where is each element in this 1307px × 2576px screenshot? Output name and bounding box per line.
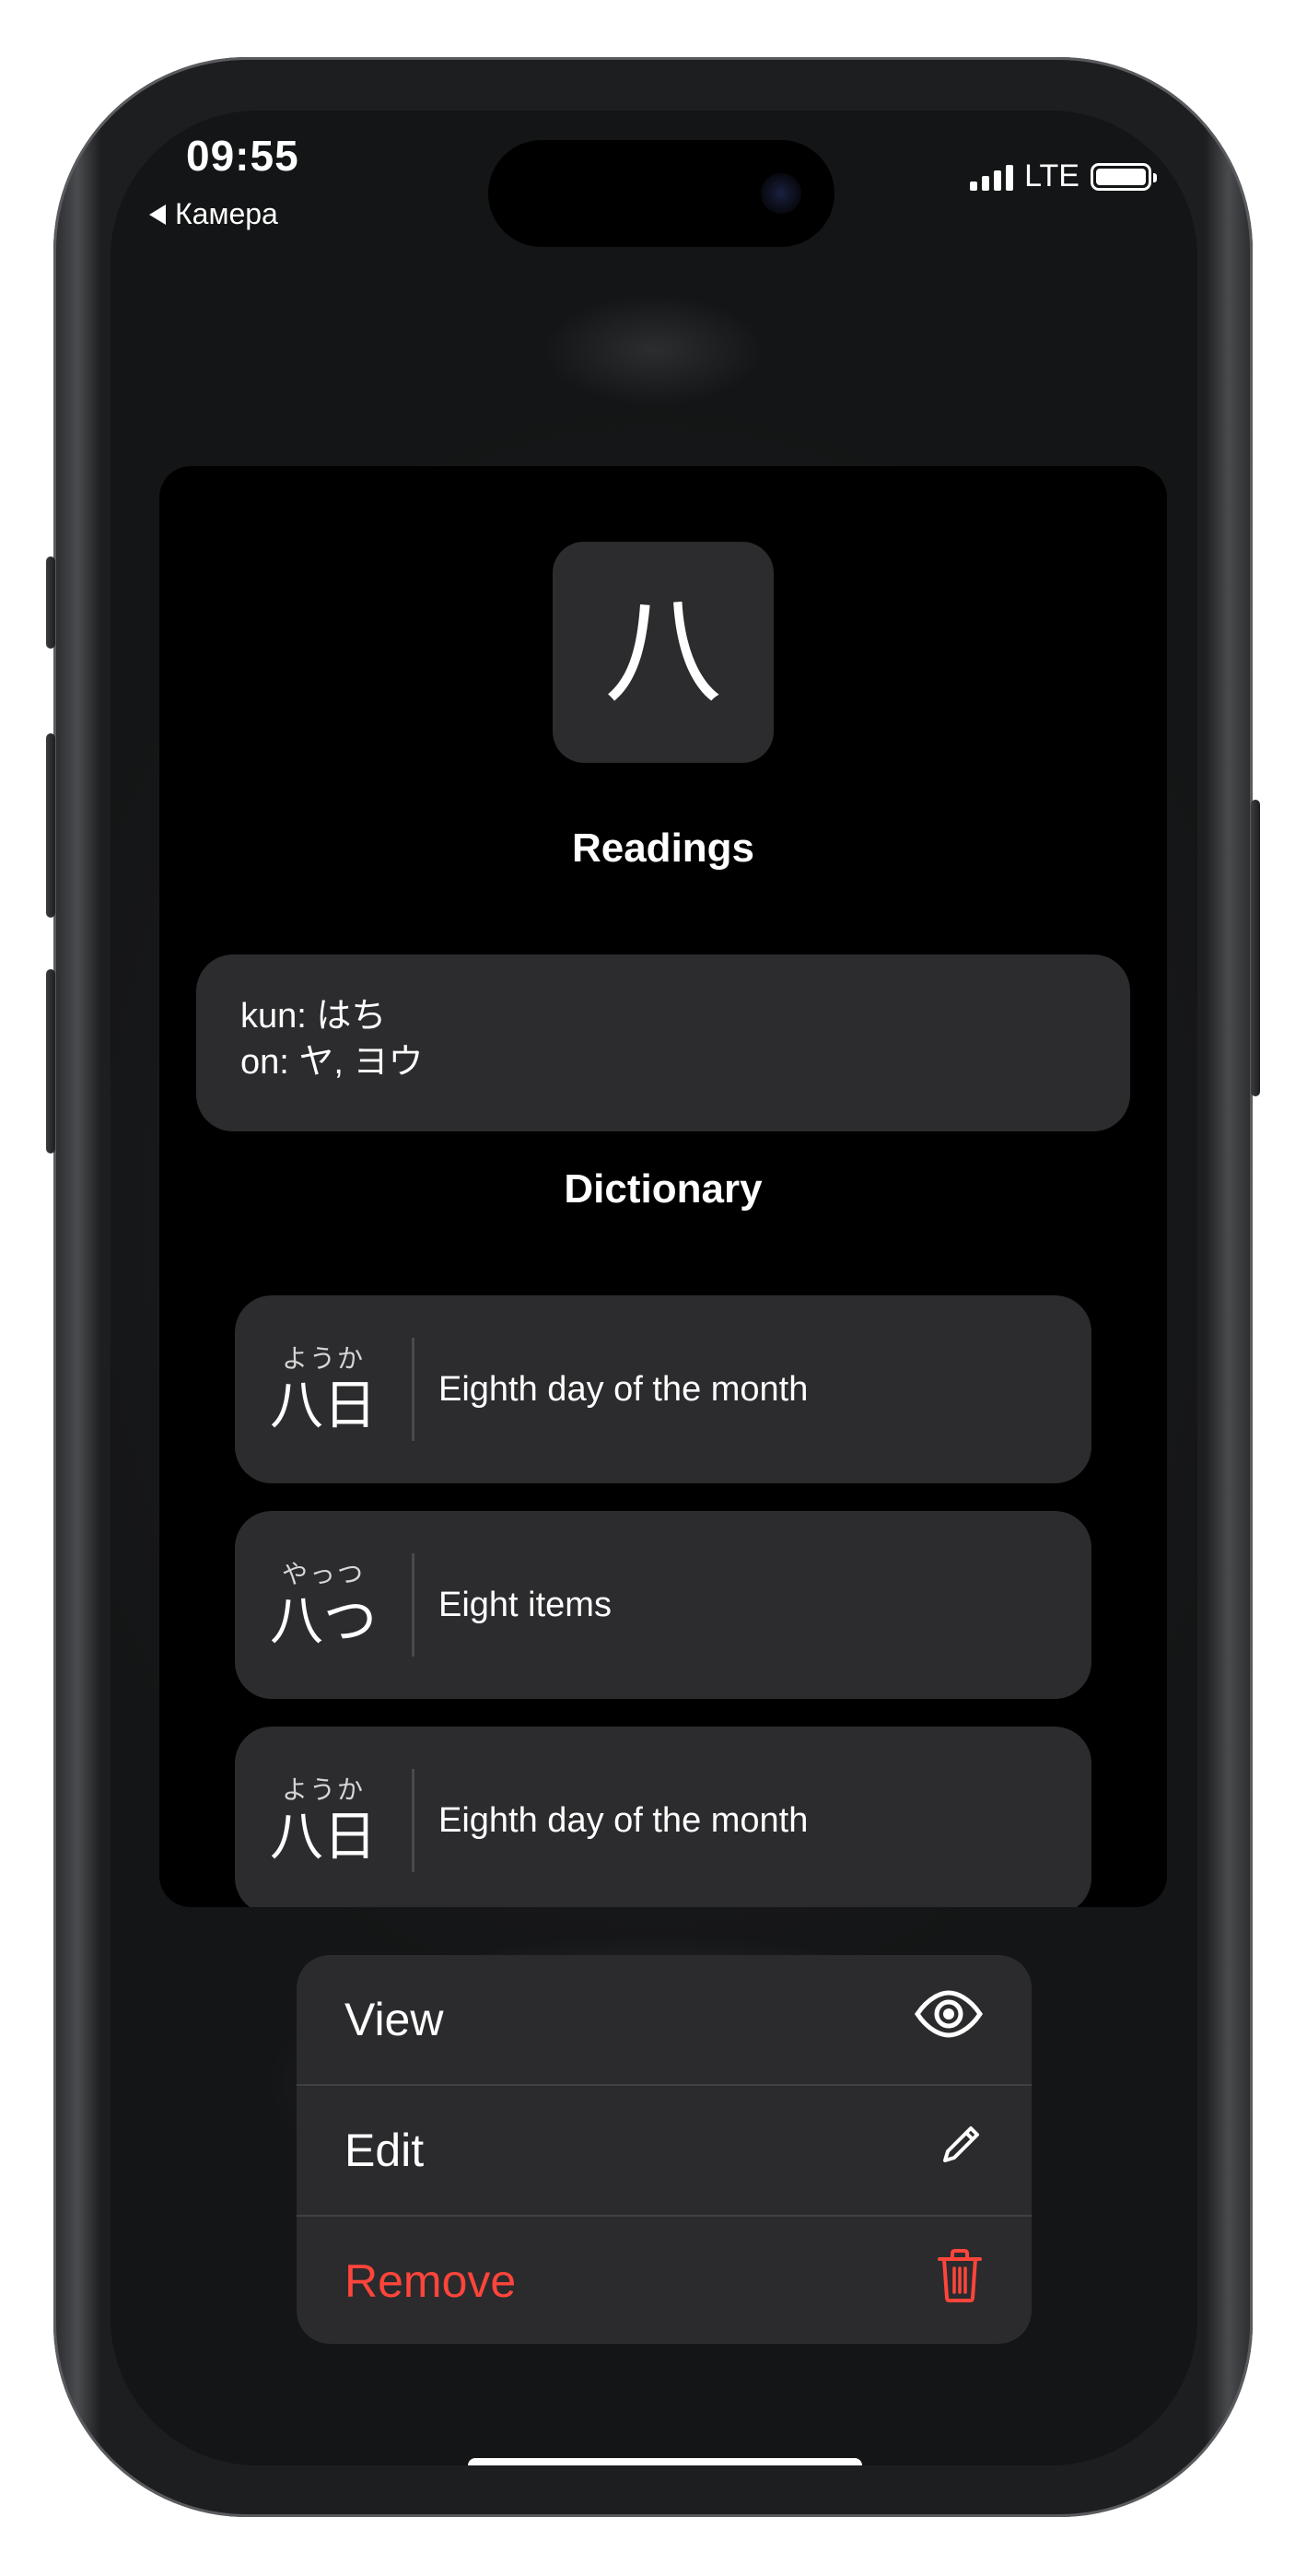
word-kanji: 八つ bbox=[269, 1589, 377, 1652]
readings-title: Readings bbox=[571, 825, 755, 871]
menu-item-edit[interactable]: Edit bbox=[297, 2086, 1032, 2215]
eye-icon bbox=[914, 1990, 984, 2049]
power-button bbox=[1251, 800, 1260, 1096]
word-kanji: 八日 bbox=[269, 1805, 377, 1868]
word-meaning: Eighth day of the month bbox=[438, 1369, 809, 1409]
menu-item-label: Remove bbox=[344, 2255, 517, 2307]
home-indicator[interactable] bbox=[468, 2458, 862, 2465]
cellular-signal-icon bbox=[970, 163, 1014, 191]
volume-up-button bbox=[46, 733, 55, 918]
pencil-icon bbox=[938, 2122, 984, 2179]
dictionary-entry[interactable]: ようか 八日 Eighth day of the month bbox=[235, 1727, 1091, 1907]
kun-reading: kun: はち bbox=[240, 997, 387, 1036]
word-meaning: Eighth day of the month bbox=[438, 1800, 809, 1840]
battery-icon bbox=[1091, 162, 1157, 191]
status-indicators: LTE bbox=[970, 158, 1157, 194]
action-button bbox=[46, 556, 55, 649]
context-menu: View Edit Remove bbox=[297, 1955, 1032, 2344]
dictionary-entry[interactable]: ようか 八日 Eighth day of the month bbox=[235, 1295, 1091, 1483]
word-kanji: 八日 bbox=[269, 1374, 377, 1436]
kanji-preview-card: 八 Readings kun: はち on: ヤ, ヨウ Dictionary … bbox=[159, 466, 1167, 1907]
network-type: LTE bbox=[1024, 158, 1079, 193]
back-to-app-label: Камера bbox=[175, 197, 278, 230]
dictionary-word: やっつ 八つ bbox=[235, 1559, 412, 1651]
dictionary-entry[interactable]: やっつ 八つ Eight items bbox=[235, 1511, 1091, 1699]
back-to-app-link[interactable]: Камера bbox=[149, 197, 278, 231]
furigana: ようか bbox=[281, 1774, 365, 1805]
back-triangle-icon bbox=[149, 204, 166, 225]
furigana: やっつ bbox=[281, 1559, 365, 1589]
menu-item-view[interactable]: View bbox=[297, 1955, 1032, 2084]
readings-box: kun: はち on: ヤ, ヨウ bbox=[196, 954, 1130, 1131]
phone-screen: 09:55 Камера LTE 八 Readings kun: はち on: … bbox=[111, 111, 1197, 2465]
menu-item-label: Edit bbox=[344, 2125, 425, 2176]
furigana: ようか bbox=[281, 1343, 365, 1374]
dynamic-island bbox=[488, 140, 834, 247]
menu-item-label: View bbox=[344, 1994, 444, 2045]
dictionary-word: ようか 八日 bbox=[235, 1774, 412, 1867]
volume-down-button bbox=[46, 969, 55, 1153]
front-camera bbox=[761, 173, 801, 214]
status-time: 09:55 bbox=[186, 132, 299, 180]
menu-item-remove[interactable]: Remove bbox=[297, 2217, 1032, 2344]
kanji-tile: 八 bbox=[553, 542, 774, 763]
word-meaning: Eight items bbox=[438, 1585, 612, 1624]
dictionary-title: Dictionary bbox=[564, 1166, 763, 1212]
trash-icon bbox=[936, 2248, 984, 2314]
on-reading: on: ヤ, ヨウ bbox=[240, 1043, 424, 1082]
dictionary-word: ようか 八日 bbox=[235, 1343, 412, 1435]
